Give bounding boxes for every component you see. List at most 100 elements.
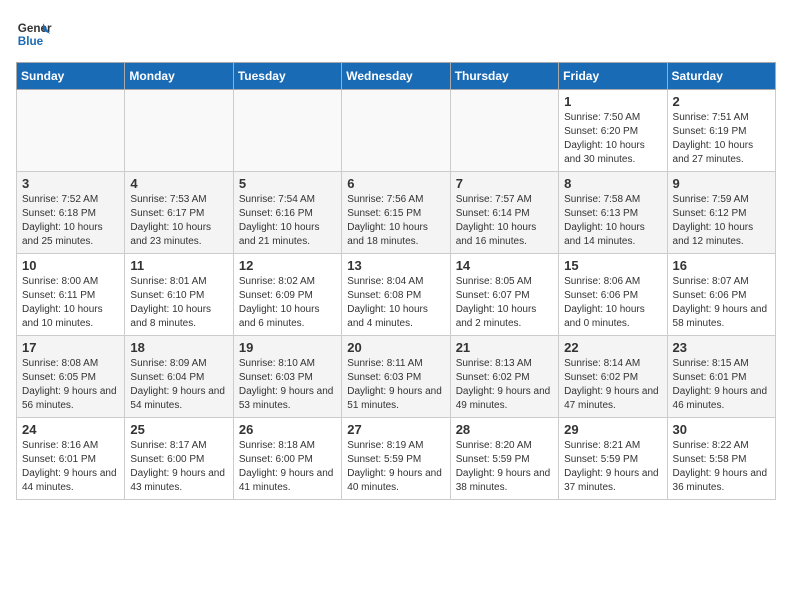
day-info: Sunrise: 7:52 AMSunset: 6:18 PMDaylight:… xyxy=(22,193,119,249)
svg-text:Blue: Blue xyxy=(18,35,44,48)
day-info: Sunrise: 8:10 AMSunset: 6:03 PMDaylight:… xyxy=(239,357,336,413)
day-info: Sunrise: 8:19 AMSunset: 5:59 PMDaylight:… xyxy=(347,439,444,495)
day-cell: 13 Sunrise: 8:04 AMSunset: 6:08 PMDayligh… xyxy=(342,254,450,336)
day-info: Sunrise: 7:59 AMSunset: 6:12 PMDaylight:… xyxy=(673,193,770,249)
day-info: Sunrise: 8:06 AMSunset: 6:06 PMDaylight:… xyxy=(564,275,661,331)
day-info: Sunrise: 8:04 AMSunset: 6:08 PMDaylight:… xyxy=(347,275,444,331)
col-header-wednesday: Wednesday xyxy=(342,63,450,90)
day-info: Sunrise: 8:02 AMSunset: 6:09 PMDaylight:… xyxy=(239,275,336,331)
day-cell: 25Sunrise: 8:17 AMSunset: 6:00 PMDayligh… xyxy=(125,418,233,500)
day-cell xyxy=(125,90,233,172)
day-number: 12 xyxy=(239,258,336,273)
day-info: Sunrise: 8:17 AMSunset: 6:00 PMDaylight:… xyxy=(130,439,227,495)
day-cell: 11Sunrise: 8:01 AMSunset: 6:10 PMDayligh… xyxy=(125,254,233,336)
day-number: 15 xyxy=(564,258,661,273)
day-number: 28 xyxy=(456,422,553,437)
day-cell: 12 Sunrise: 8:02 AMSunset: 6:09 PMDayligh… xyxy=(233,254,341,336)
week-row-2: 3 Sunrise: 7:52 AMSunset: 6:18 PMDaylight… xyxy=(17,172,776,254)
day-info: Sunrise: 7:54 AMSunset: 6:16 PMDaylight:… xyxy=(239,193,336,249)
day-cell: 18Sunrise: 8:09 AMSunset: 6:04 PMDayligh… xyxy=(125,336,233,418)
col-header-friday: Friday xyxy=(559,63,667,90)
day-info: Sunrise: 8:15 AMSunset: 6:01 PMDaylight:… xyxy=(673,357,770,413)
day-cell: 2 Sunrise: 7:51 AMSunset: 6:19 PMDaylight… xyxy=(667,90,775,172)
day-number: 1 xyxy=(564,94,661,109)
day-cell: 9 Sunrise: 7:59 AMSunset: 6:12 PMDaylight… xyxy=(667,172,775,254)
day-cell: 4Sunrise: 7:53 AMSunset: 6:17 PMDaylight… xyxy=(125,172,233,254)
day-cell: 29 Sunrise: 8:21 AMSunset: 5:59 PMDayligh… xyxy=(559,418,667,500)
day-info: Sunrise: 8:14 AMSunset: 6:02 PMDaylight:… xyxy=(564,357,661,413)
col-header-monday: Monday xyxy=(125,63,233,90)
day-info: Sunrise: 7:56 AMSunset: 6:15 PMDaylight:… xyxy=(347,193,444,249)
logo: General Blue xyxy=(16,16,52,52)
day-info: Sunrise: 7:51 AMSunset: 6:19 PMDaylight:… xyxy=(673,111,770,167)
day-cell: 22 Sunrise: 8:14 AMSunset: 6:02 PMDayligh… xyxy=(559,336,667,418)
day-number: 3 xyxy=(22,176,119,191)
svg-text:General: General xyxy=(18,22,52,35)
day-info: Sunrise: 8:08 AMSunset: 6:05 PMDaylight:… xyxy=(22,357,119,413)
page-header: General Blue xyxy=(16,16,776,52)
week-row-5: 24 Sunrise: 8:16 AMSunset: 6:01 PMDayligh… xyxy=(17,418,776,500)
day-number: 27 xyxy=(347,422,444,437)
day-number: 8 xyxy=(564,176,661,191)
day-cell: 24 Sunrise: 8:16 AMSunset: 6:01 PMDayligh… xyxy=(17,418,125,500)
day-number: 17 xyxy=(22,340,119,355)
col-header-saturday: Saturday xyxy=(667,63,775,90)
day-info: Sunrise: 8:18 AMSunset: 6:00 PMDaylight:… xyxy=(239,439,336,495)
day-cell: 1Sunrise: 7:50 AMSunset: 6:20 PMDaylight… xyxy=(559,90,667,172)
day-info: Sunrise: 8:16 AMSunset: 6:01 PMDaylight:… xyxy=(22,439,119,495)
day-cell: 3 Sunrise: 7:52 AMSunset: 6:18 PMDaylight… xyxy=(17,172,125,254)
day-cell: 7 Sunrise: 7:57 AMSunset: 6:14 PMDaylight… xyxy=(450,172,558,254)
day-number: 9 xyxy=(673,176,770,191)
day-cell: 26Sunrise: 8:18 AMSunset: 6:00 PMDayligh… xyxy=(233,418,341,500)
day-number: 29 xyxy=(564,422,661,437)
day-number: 30 xyxy=(673,422,770,437)
day-number: 23 xyxy=(673,340,770,355)
header-row: SundayMondayTuesdayWednesdayThursdayFrid… xyxy=(17,63,776,90)
col-header-sunday: Sunday xyxy=(17,63,125,90)
day-info: Sunrise: 8:21 AMSunset: 5:59 PMDaylight:… xyxy=(564,439,661,495)
day-cell: 30 Sunrise: 8:22 AMSunset: 5:58 PMDayligh… xyxy=(667,418,775,500)
day-cell: 5 Sunrise: 7:54 AMSunset: 6:16 PMDaylight… xyxy=(233,172,341,254)
day-cell: 17 Sunrise: 8:08 AMSunset: 6:05 PMDayligh… xyxy=(17,336,125,418)
logo-icon: General Blue xyxy=(16,16,52,52)
day-info: Sunrise: 8:11 AMSunset: 6:03 PMDaylight:… xyxy=(347,357,444,413)
day-info: Sunrise: 7:57 AMSunset: 6:14 PMDaylight:… xyxy=(456,193,553,249)
day-info: Sunrise: 8:20 AMSunset: 5:59 PMDaylight:… xyxy=(456,439,553,495)
week-row-4: 17 Sunrise: 8:08 AMSunset: 6:05 PMDayligh… xyxy=(17,336,776,418)
day-cell: 10Sunrise: 8:00 AMSunset: 6:11 PMDayligh… xyxy=(17,254,125,336)
day-cell xyxy=(342,90,450,172)
day-number: 4 xyxy=(130,176,227,191)
day-cell: 27 Sunrise: 8:19 AMSunset: 5:59 PMDayligh… xyxy=(342,418,450,500)
day-number: 21 xyxy=(456,340,553,355)
day-info: Sunrise: 7:58 AMSunset: 6:13 PMDaylight:… xyxy=(564,193,661,249)
day-cell: 8 Sunrise: 7:58 AMSunset: 6:13 PMDaylight… xyxy=(559,172,667,254)
day-cell: 20 Sunrise: 8:11 AMSunset: 6:03 PMDayligh… xyxy=(342,336,450,418)
day-number: 22 xyxy=(564,340,661,355)
calendar-table: SundayMondayTuesdayWednesdayThursdayFrid… xyxy=(16,62,776,500)
day-cell xyxy=(17,90,125,172)
col-header-tuesday: Tuesday xyxy=(233,63,341,90)
col-header-thursday: Thursday xyxy=(450,63,558,90)
day-number: 14 xyxy=(456,258,553,273)
day-cell: 19 Sunrise: 8:10 AMSunset: 6:03 PMDayligh… xyxy=(233,336,341,418)
day-number: 10 xyxy=(22,258,119,273)
day-number: 5 xyxy=(239,176,336,191)
day-info: Sunrise: 8:07 AMSunset: 6:06 PMDaylight:… xyxy=(673,275,770,331)
day-cell xyxy=(233,90,341,172)
day-number: 2 xyxy=(673,94,770,109)
day-number: 11 xyxy=(130,258,227,273)
day-number: 19 xyxy=(239,340,336,355)
day-number: 24 xyxy=(22,422,119,437)
day-cell: 23 Sunrise: 8:15 AMSunset: 6:01 PMDayligh… xyxy=(667,336,775,418)
day-info: Sunrise: 8:13 AMSunset: 6:02 PMDaylight:… xyxy=(456,357,553,413)
day-number: 16 xyxy=(673,258,770,273)
day-cell: 28 Sunrise: 8:20 AMSunset: 5:59 PMDayligh… xyxy=(450,418,558,500)
week-row-3: 10Sunrise: 8:00 AMSunset: 6:11 PMDayligh… xyxy=(17,254,776,336)
day-number: 13 xyxy=(347,258,444,273)
week-row-1: 1Sunrise: 7:50 AMSunset: 6:20 PMDaylight… xyxy=(17,90,776,172)
day-cell: 6Sunrise: 7:56 AMSunset: 6:15 PMDaylight… xyxy=(342,172,450,254)
day-info: Sunrise: 8:05 AMSunset: 6:07 PMDaylight:… xyxy=(456,275,553,331)
day-info: Sunrise: 8:22 AMSunset: 5:58 PMDaylight:… xyxy=(673,439,770,495)
day-number: 20 xyxy=(347,340,444,355)
day-number: 7 xyxy=(456,176,553,191)
